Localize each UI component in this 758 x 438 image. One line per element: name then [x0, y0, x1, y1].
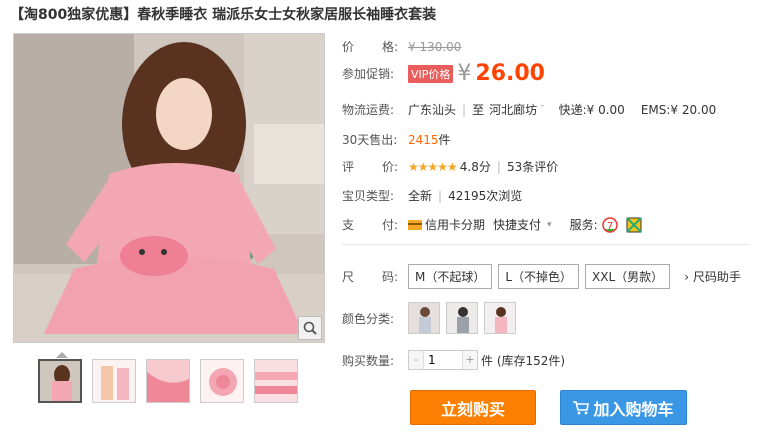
seven-day-return-icon[interactable]: 7: [601, 216, 618, 233]
size-helper-link[interactable]: › 尺码助手: [684, 268, 741, 285]
currency-symbol: ¥: [457, 61, 472, 86]
price-label-part-2: 格:: [381, 40, 398, 54]
quantity-decrease-button[interactable]: -: [409, 351, 423, 369]
item-views: 42195次浏览: [448, 189, 523, 203]
size-label-part-1: 尺: [342, 270, 355, 284]
ship-to-prefix: 至: [472, 103, 485, 117]
thumbnail-3-image: [147, 360, 189, 402]
vip-price-tag: VIP价格: [408, 64, 454, 83]
add-to-cart-button[interactable]: 加入购物车: [560, 390, 687, 425]
thumbnail-4[interactable]: [200, 359, 244, 403]
rating-label: 评 价:: [342, 158, 398, 175]
quantity-label: 购买数量:: [342, 353, 395, 368]
thumbnail-5[interactable]: [254, 359, 298, 403]
shipping-row: 物流运费: 广东汕头 | 至 河北廊坊 ˇ 快递:¥ 0.00 EMS:¥ 20…: [342, 101, 716, 118]
guarantee-icon[interactable]: [625, 216, 642, 233]
original-price-row: 价 格: ¥ 130.00: [342, 38, 461, 55]
color-swatch-1-image: [409, 303, 439, 333]
item-type-row: 宝贝类型: 全新 | 42195次浏览: [342, 187, 522, 204]
payment-label-part-2: 付:: [381, 218, 398, 232]
rating-label-part-2: 价:: [381, 160, 398, 174]
quantity-increase-button[interactable]: +: [463, 351, 477, 369]
rating-label-part-1: 评: [342, 160, 355, 174]
magnifier-icon: [303, 321, 317, 335]
section-divider: [342, 244, 750, 245]
product-photo: [14, 34, 324, 342]
promo-label: 参加促销:: [342, 67, 395, 81]
item-condition: 全新: [408, 189, 433, 203]
payment-row: 支 付: 信用卡分期 快捷支付 ▾ 服务: 7: [342, 216, 642, 233]
thumbnail-strip: [38, 359, 298, 403]
service-label: 服务:: [569, 218, 598, 232]
thumbnail-2-image: [93, 360, 135, 402]
rating-row: 评 价: ★★★★★ 4.8分 | 53条评价: [342, 158, 558, 175]
star-rating-icon: ★★★★★: [408, 159, 458, 174]
express-fee: 快递:¥ 0.00: [558, 103, 625, 117]
product-title: 【淘800独家优惠】春秋季睡衣 瑞派乐女士女秋家居服长袖睡衣套装: [10, 7, 437, 23]
quantity-row: 购买数量: - + 件 (库存152件): [342, 350, 565, 370]
ship-to-select[interactable]: 河北廊坊: [489, 101, 537, 118]
size-helper-text: 尺码助手: [692, 270, 741, 284]
chevron-down-icon[interactable]: ▾: [547, 220, 552, 230]
thumbnail-1-image: [40, 361, 80, 401]
zoom-button[interactable]: [298, 316, 322, 340]
quantity-stepper: - +: [408, 350, 478, 370]
original-price: ¥ 130.00: [408, 39, 462, 54]
color-row: 颜色分类:: [342, 302, 522, 334]
item-type-label: 宝贝类型:: [342, 189, 395, 203]
quick-pay[interactable]: 快捷支付: [493, 216, 541, 233]
stock-info: 件 (库存152件): [481, 353, 566, 368]
payment-label-part-1: 支: [342, 218, 355, 232]
color-swatch-3-image: [485, 303, 515, 333]
size-option-m[interactable]: M（不起球）: [408, 264, 493, 289]
credit-card-icon: [408, 219, 422, 230]
thumbnail-pointer-icon: [56, 352, 68, 358]
sales-unit: 件: [438, 133, 451, 147]
size-label-part-2: 码:: [381, 270, 398, 284]
size-option-xxl[interactable]: XXL（男款）: [585, 264, 671, 289]
size-label: 尺 码:: [342, 268, 398, 285]
shopping-cart-icon: [573, 400, 590, 414]
color-swatch-3[interactable]: [484, 302, 516, 334]
thumbnail-5-image: [255, 360, 297, 402]
payment-label: 支 付:: [342, 216, 398, 233]
current-price: 26.00: [475, 61, 545, 86]
thumbnail-3[interactable]: [146, 359, 190, 403]
buy-now-button[interactable]: 立刻购买: [410, 390, 536, 425]
reviews-link[interactable]: 53条评价: [507, 158, 558, 175]
ship-from: 广东汕头: [408, 103, 457, 117]
thumbnail-1[interactable]: [38, 359, 82, 403]
thumbnail-2[interactable]: [92, 359, 136, 403]
quantity-input[interactable]: [423, 351, 463, 369]
size-option-l[interactable]: L（不掉色）: [498, 264, 580, 289]
rating-score: 4.8分: [459, 160, 491, 174]
credit-installment[interactable]: 信用卡分期: [425, 216, 485, 233]
sales-row: 30天售出: 2415 件: [342, 131, 451, 148]
ems-fee: EMS:¥ 20.00: [640, 102, 717, 117]
separator: |: [496, 159, 501, 174]
thumbnail-4-image: [201, 360, 243, 402]
price-label-part-1: 价: [342, 40, 355, 54]
color-swatch-2[interactable]: [446, 302, 478, 334]
separator: |: [462, 102, 467, 117]
add-to-cart-label: 加入购物车: [593, 399, 674, 419]
promo-price-row: 参加促销: VIP价格 ¥ 26.00: [342, 61, 545, 86]
color-swatch-1[interactable]: [408, 302, 440, 334]
color-swatch-2-image: [447, 303, 477, 333]
buy-now-label: 立刻购买: [440, 399, 505, 419]
size-row: 尺 码: M（不起球） L（不掉色） XXL（男款） › 尺码助手: [342, 264, 741, 289]
product-main-image[interactable]: [13, 33, 325, 343]
shipping-label: 物流运费:: [342, 103, 395, 117]
sales-label: 30天售出:: [342, 133, 398, 147]
original-price-label: 价 格:: [342, 38, 398, 55]
sales-count: 2415: [408, 132, 439, 147]
color-label: 颜色分类:: [342, 311, 395, 326]
separator: |: [438, 188, 443, 203]
chevron-down-icon[interactable]: ˇ: [540, 105, 545, 115]
chevron-right-icon: ›: [684, 270, 689, 284]
